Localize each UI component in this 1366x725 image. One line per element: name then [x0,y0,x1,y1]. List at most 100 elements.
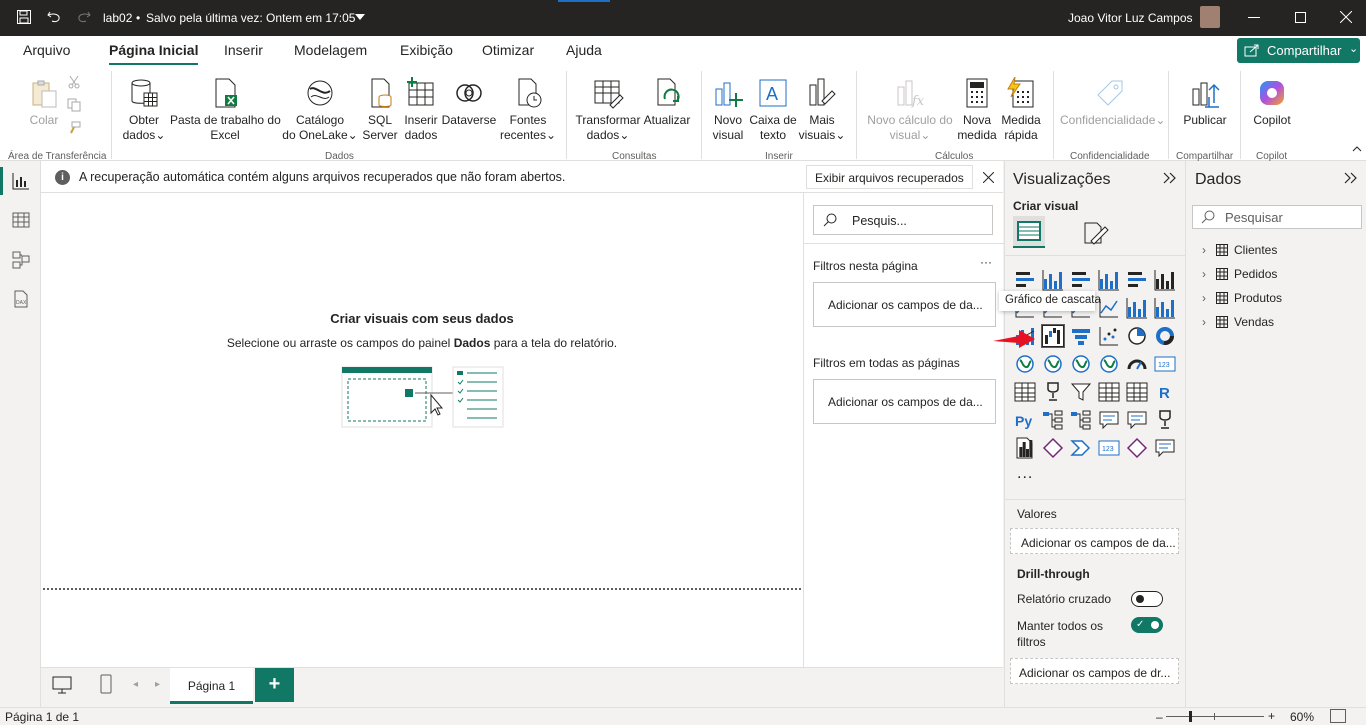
table-item-clientes[interactable]: › Clientes [1202,243,1277,257]
close-icon[interactable] [983,172,994,183]
next-page-icon[interactable]: ▸ [155,679,160,690]
r-visual-icon[interactable]: R [1154,381,1176,403]
stacked-column-chart-icon[interactable] [1042,269,1064,291]
new-visual-button[interactable]: Novo visual [708,77,748,143]
zoom-slider-thumb[interactable] [1189,711,1192,722]
expand-icon[interactable] [1163,172,1177,184]
values-well[interactable]: Adicionar os campos de da... [1010,528,1179,554]
close-icon[interactable] [1340,11,1352,23]
multi-row-card-icon[interactable] [1014,381,1036,403]
line-clustered-column-chart-icon[interactable] [1126,297,1148,319]
page-tab-1[interactable]: Página 1 [170,668,253,704]
publish-button[interactable]: Publicar [1178,77,1232,128]
table-item-pedidos[interactable]: › Pedidos [1202,267,1277,281]
prev-page-icon[interactable]: ◂ [133,679,138,690]
filters-this-page-well[interactable]: Adicionar os campos de da... [813,282,996,327]
goals-visual-icon[interactable] [1154,409,1176,431]
filled-map-icon[interactable] [1070,353,1092,375]
tab-inserir[interactable]: Inserir [224,42,263,58]
tab-arquivo[interactable]: Arquivo [23,42,70,58]
waterfall-chart-icon[interactable] [1041,324,1065,348]
smart-narrative-icon[interactable] [1126,409,1148,431]
quick-measure-button[interactable]: Medida rápida [998,77,1044,143]
report-canvas[interactable]: Criar visuais com seus dados Selecione o… [41,193,803,667]
kpi-icon[interactable] [1042,381,1064,403]
100-stacked-column-chart-icon[interactable] [1154,269,1176,291]
card-icon[interactable]: 123 [1154,353,1176,375]
python-visual-icon[interactable]: Py [1014,409,1036,431]
share-button[interactable]: Compartilhar ⌄ [1237,38,1360,63]
table-icon[interactable] [1098,381,1120,403]
matrix-icon[interactable] [1126,381,1148,403]
save-icon[interactable] [16,9,32,25]
user-name[interactable]: Joao Vitor Luz Campos [1068,11,1193,25]
new-measure-button[interactable]: Nova medida [957,77,997,143]
model-view-icon[interactable] [12,251,30,269]
add-page-button[interactable]: + [255,668,294,702]
cross-report-toggle[interactable] [1131,591,1163,607]
scatter-chart-icon[interactable] [1098,325,1120,347]
data-search-input[interactable]: Pesquisar [1192,205,1362,229]
clustered-column-chart-icon[interactable] [1098,269,1120,291]
zoom-slider[interactable] [1166,716,1264,717]
zoom-out-icon[interactable]: – [1156,710,1163,724]
format-visual-tab-icon[interactable] [1081,219,1109,247]
refresh-button[interactable]: Atualizar [643,77,691,128]
table-item-produtos[interactable]: › Produtos [1202,291,1282,305]
keep-filters-toggle[interactable]: ✓ [1131,617,1163,633]
power-apps-icon[interactable] [1042,437,1064,459]
table-view-icon[interactable] [12,211,30,229]
treemap-icon[interactable] [1014,353,1036,375]
new-card-icon[interactable]: 123 [1098,437,1120,459]
chevron-down-icon[interactable] [355,14,365,21]
100-stacked-area-chart-icon[interactable] [1098,297,1120,319]
excel-workbook-button[interactable]: Pasta de trabalho do Excel [170,77,281,143]
drillthrough-well[interactable]: Adicionar os campos de dr... [1010,658,1179,684]
dax-query-view-icon[interactable]: DAX [12,290,30,308]
text-box-button[interactable]: A Caixa de texto [748,77,798,143]
filters-all-pages-well[interactable]: Adicionar os campos de da... [813,379,996,424]
undo-icon[interactable] [46,9,62,25]
more-visuals-icon[interactable]: ... [1017,465,1033,483]
100-stacked-bar-chart-icon[interactable] [1126,269,1148,291]
tab-exibicao[interactable]: Exibição [400,42,453,58]
donut-chart-icon[interactable] [1154,325,1176,347]
filter-search-input[interactable]: Pesquis... [813,205,993,235]
pie-chart-icon[interactable] [1126,325,1148,347]
sql-server-button[interactable]: SQL Server [362,77,398,143]
report-view-icon[interactable] [12,172,30,190]
gauge-icon[interactable] [1126,353,1148,375]
dataverse-button[interactable]: Dataverse [441,77,497,128]
zoom-level[interactable]: 60% [1290,710,1314,724]
minimize-icon[interactable] [1248,17,1260,18]
mobile-layout-icon[interactable] [100,674,112,694]
collapse-ribbon-icon[interactable] [1352,145,1362,152]
tab-otimizar[interactable]: Otimizar [482,42,534,58]
expand-icon[interactable] [1344,172,1358,184]
qa-visual-icon[interactable] [1098,409,1120,431]
desktop-layout-icon[interactable] [52,676,72,694]
onelake-catalog-button[interactable]: Catálogo do OneLake⌄ [282,77,358,143]
fit-to-page-icon[interactable] [1330,709,1346,723]
slicer-icon[interactable] [1070,381,1092,403]
avatar[interactable] [1200,6,1220,28]
power-automate-icon[interactable] [1070,437,1092,459]
maximize-icon[interactable] [1295,12,1306,23]
build-visual-tab-icon[interactable] [1013,216,1045,248]
transform-data-button[interactable]: Transformar dados⌄ [573,77,643,143]
key-influencers-icon[interactable] [1042,409,1064,431]
recent-sources-button[interactable]: Fontes recentes⌄ [497,77,559,143]
tab-modelagem[interactable]: Modelagem [294,42,367,58]
button-slicer-icon[interactable] [1126,437,1148,459]
more-options-icon[interactable]: ··· [980,255,992,269]
clustered-bar-chart-icon[interactable] [1070,269,1092,291]
enter-data-button[interactable]: Inserir dados [402,77,440,143]
save-status[interactable]: Salvo pela última vez: Ontem em 17:05 [146,11,355,25]
line-stacked-column-chart-icon[interactable] [1154,297,1176,319]
narrative-icon[interactable] [1154,437,1176,459]
funnel-chart-icon[interactable] [1070,325,1092,347]
zoom-in-icon[interactable]: + [1268,709,1275,723]
azure-map-icon[interactable] [1098,353,1120,375]
tab-pagina-inicial[interactable]: Página Inicial [109,42,199,66]
paginated-report-icon[interactable] [1014,437,1036,459]
